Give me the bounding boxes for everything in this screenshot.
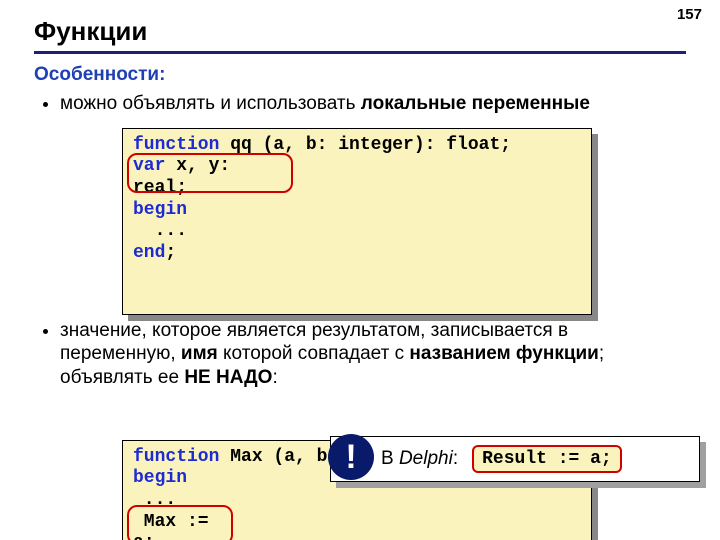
highlight-oval-max [127,505,233,540]
bullet-2-d: : [272,367,277,388]
code1-l5: ... [133,221,187,241]
bullet-2-bold1: названием функции [409,343,599,364]
bullet-2-bold2: НЕ НАДО [184,367,272,388]
code1-kw-function: function [133,135,219,155]
slide: 157 Функции Особенности: можно объявлять… [0,0,720,540]
code1-l1-rest: qq (a, b: integer): float; [219,135,511,155]
delphi-label-italic: Delphi [399,448,453,469]
page-number: 157 [677,6,702,23]
delphi-label-prefix: В [381,448,399,469]
title-divider [34,51,686,54]
bullet-1: можно объявлять и использовать локальные… [60,92,686,116]
bullet-1-bold: локальные переменные [361,93,590,114]
highlight-oval-var [127,153,293,193]
code1-kw-begin: begin [133,200,187,220]
bullet-2: значение, которое является результатом, … [60,319,686,390]
subheading: Особенности: [34,64,686,86]
bullet-1-prefix: можно объявлять и использовать [60,93,361,114]
delphi-callout: В Delphi: Result := a; ! [330,436,700,482]
delphi-code: Result := a; [472,445,622,473]
code1-kw-end: end [133,243,165,263]
bullet-list-2: значение, которое является результатом, … [60,319,686,390]
page-title: Функции [34,16,686,47]
bullet-list: можно объявлять и использовать локальные… [60,92,686,116]
code1-l6-rest: ; [165,243,176,263]
code2-kw-function: function [133,447,219,467]
bullet-2-imya: имя [181,343,218,364]
bullet-2-b: которой совпадает с [218,343,410,364]
code2-kw-begin: begin [133,468,187,488]
delphi-label: В Delphi: [381,448,458,470]
code-block-1-box: function qq (a, b: integer): float; var … [122,128,592,315]
delphi-callout-box: В Delphi: Result := a; [330,436,700,482]
delphi-label-suffix: : [453,448,458,469]
exclamation-icon: ! [328,434,374,480]
code-block-1: function qq (a, b: integer): float; var … [122,128,592,315]
